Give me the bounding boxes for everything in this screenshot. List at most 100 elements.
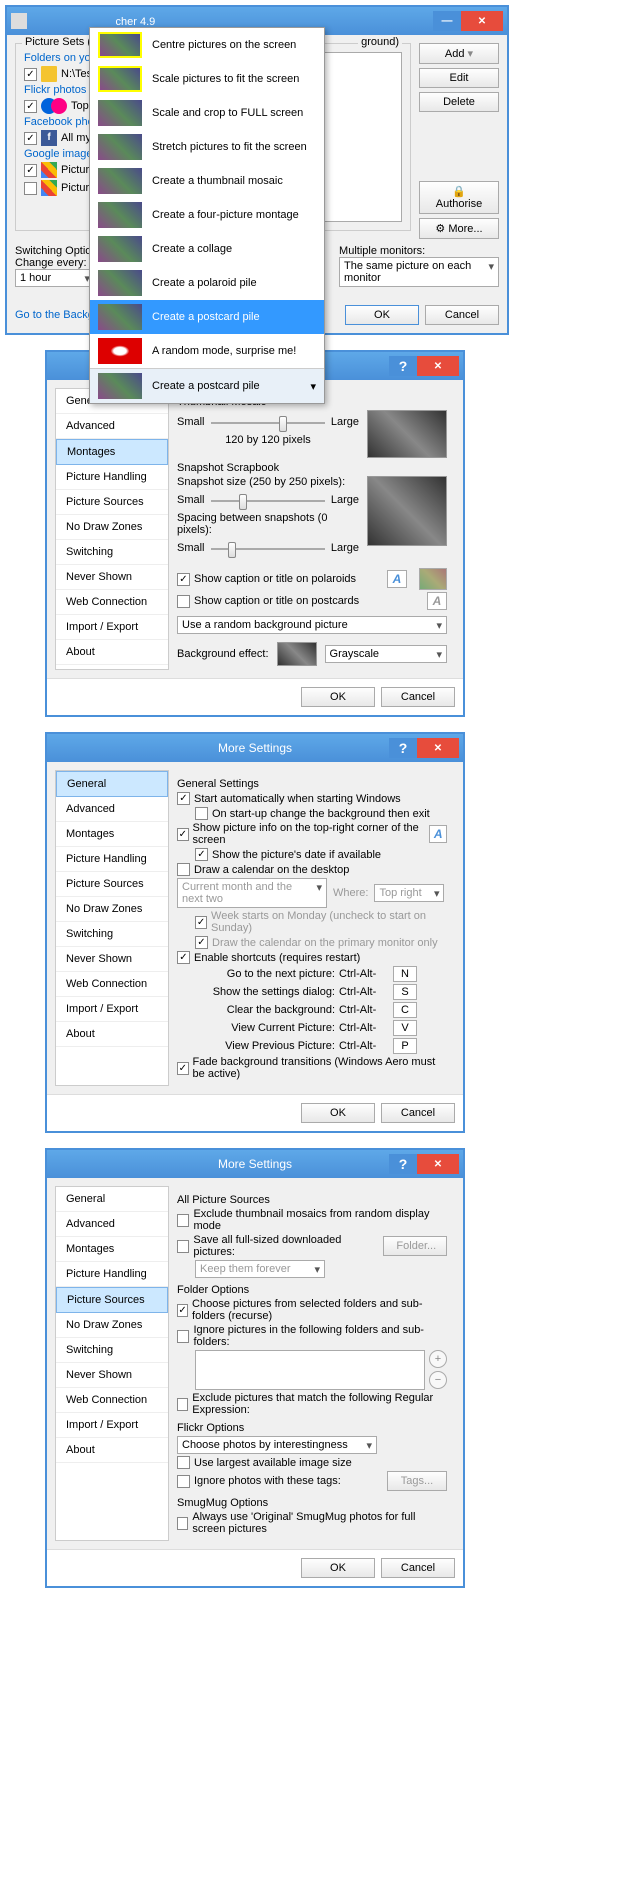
nav-no-draw[interactable]: No Draw Zones: [56, 1313, 168, 1338]
nav-no-draw[interactable]: No Draw Zones: [56, 515, 168, 540]
nav-import-export[interactable]: Import / Export: [56, 615, 168, 640]
collage-preview-icon[interactable]: [419, 568, 447, 590]
nav-import-export[interactable]: Import / Export: [56, 997, 168, 1022]
nav-general[interactable]: General: [56, 1187, 168, 1212]
show-date-checkbox[interactable]: [195, 848, 208, 861]
ok-button[interactable]: OK: [301, 1103, 375, 1123]
start-auto-checkbox[interactable]: [177, 792, 190, 805]
nav-picture-sources[interactable]: Picture Sources: [56, 1287, 168, 1313]
use-largest-checkbox[interactable]: [177, 1456, 190, 1469]
help-button[interactable]: ?: [389, 738, 417, 758]
thumbnail-size-slider[interactable]: [211, 412, 325, 432]
nav-general[interactable]: General: [56, 771, 168, 797]
help-button[interactable]: ?: [389, 1154, 417, 1174]
change-every-select[interactable]: 1 hour: [15, 269, 95, 287]
google-chk2[interactable]: [24, 182, 37, 195]
mode-polaroid[interactable]: Create a polaroid pile: [90, 266, 324, 300]
close-button[interactable]: [461, 11, 503, 31]
folders-checkbox[interactable]: [24, 68, 37, 81]
sc-prev-input[interactable]: [393, 1038, 417, 1054]
sc-view-input[interactable]: [393, 1020, 417, 1036]
ok-button[interactable]: OK: [301, 687, 375, 707]
fade-checkbox[interactable]: [177, 1062, 189, 1075]
mode-stretch[interactable]: Stretch pictures to fit the screen: [90, 130, 324, 164]
flickr-checkbox[interactable]: [24, 100, 37, 113]
nav-advanced[interactable]: Advanced: [56, 797, 168, 822]
nav-never-shown[interactable]: Never Shown: [56, 947, 168, 972]
startup-change-checkbox[interactable]: [195, 807, 208, 820]
nav-montages[interactable]: Montages: [56, 439, 168, 465]
nav-picture-sources[interactable]: Picture Sources: [56, 490, 168, 515]
delete-button[interactable]: Delete: [419, 92, 499, 112]
exclude-regex-checkbox[interactable]: [177, 1398, 188, 1411]
mode-postcard[interactable]: Create a postcard pile: [90, 300, 324, 334]
remove-folder-button[interactable]: −: [429, 1371, 447, 1389]
nav-web[interactable]: Web Connection: [56, 1388, 168, 1413]
bg-effect-select[interactable]: Grayscale: [325, 645, 447, 663]
multiple-monitors-select[interactable]: The same picture on each monitor: [339, 257, 499, 287]
recurse-checkbox[interactable]: [177, 1304, 188, 1317]
cancel-button[interactable]: Cancel: [381, 1558, 455, 1578]
nav-switching[interactable]: Switching: [56, 540, 168, 565]
fb-checkbox[interactable]: [24, 132, 37, 145]
mode-collage[interactable]: Create a collage: [90, 232, 324, 266]
nav-montages[interactable]: Montages: [56, 822, 168, 847]
cancel-button[interactable]: Cancel: [381, 687, 455, 707]
flickr-sort-select[interactable]: Choose photos by interestingness: [177, 1436, 377, 1454]
close-button[interactable]: [417, 356, 459, 376]
nav-import-export[interactable]: Import / Export: [56, 1413, 168, 1438]
nav-never-shown[interactable]: Never Shown: [56, 1363, 168, 1388]
nav-advanced[interactable]: Advanced: [56, 414, 168, 439]
nav-picture-handling[interactable]: Picture Handling: [56, 847, 168, 872]
edit-button[interactable]: Edit: [419, 68, 499, 88]
exclude-mosaics-checkbox[interactable]: [177, 1214, 189, 1227]
ignore-tags-checkbox[interactable]: [177, 1475, 190, 1488]
draw-calendar-checkbox[interactable]: [177, 863, 190, 876]
mode-crop[interactable]: Scale and crop to FULL screen: [90, 96, 324, 130]
font-icon[interactable]: A: [387, 570, 407, 588]
ignore-folders-textarea[interactable]: [195, 1350, 425, 1390]
mode-random[interactable]: A random mode, surprise me!: [90, 334, 324, 368]
add-folder-button[interactable]: +: [429, 1350, 447, 1368]
nav-never-shown[interactable]: Never Shown: [56, 565, 168, 590]
ignore-folders-checkbox[interactable]: [177, 1330, 189, 1343]
mode-fourpic[interactable]: Create a four-picture montage: [90, 198, 324, 232]
ok-button[interactable]: OK: [345, 305, 419, 325]
mode-mosaic[interactable]: Create a thumbnail mosaic: [90, 164, 324, 198]
nav-about[interactable]: About: [56, 640, 168, 665]
nav-no-draw[interactable]: No Draw Zones: [56, 897, 168, 922]
nav-about[interactable]: About: [56, 1022, 168, 1047]
nav-montages[interactable]: Montages: [56, 1237, 168, 1262]
more-button[interactable]: More...: [419, 218, 499, 239]
help-button[interactable]: ?: [389, 356, 417, 376]
nav-picture-handling[interactable]: Picture Handling: [56, 1262, 168, 1287]
minimize-button[interactable]: —: [433, 11, 461, 31]
nav-web[interactable]: Web Connection: [56, 590, 168, 615]
ok-button[interactable]: OK: [301, 1558, 375, 1578]
cancel-button[interactable]: Cancel: [381, 1103, 455, 1123]
close-button[interactable]: [417, 738, 459, 758]
mode-selected-display[interactable]: Create a postcard pile▾: [90, 369, 324, 403]
nav-about[interactable]: About: [56, 1438, 168, 1463]
nav-web[interactable]: Web Connection: [56, 972, 168, 997]
smugmug-original-checkbox[interactable]: [177, 1517, 188, 1530]
show-info-checkbox[interactable]: [177, 828, 189, 841]
nav-advanced[interactable]: Advanced: [56, 1212, 168, 1237]
enable-shortcuts-checkbox[interactable]: [177, 951, 190, 964]
add-button[interactable]: Add ▾: [419, 43, 499, 64]
font-icon[interactable]: A: [429, 825, 447, 843]
close-button[interactable]: [417, 1154, 459, 1174]
nav-picture-handling[interactable]: Picture Handling: [56, 465, 168, 490]
save-full-checkbox[interactable]: [177, 1240, 189, 1253]
mode-scale[interactable]: Scale pictures to fit the screen: [90, 62, 324, 96]
mode-centre[interactable]: Centre pictures on the screen: [90, 28, 324, 62]
cancel-button[interactable]: Cancel: [425, 305, 499, 325]
sc-clear-input[interactable]: [393, 1002, 417, 1018]
sc-next-input[interactable]: [393, 966, 417, 982]
spacing-slider[interactable]: [211, 538, 325, 558]
nav-switching[interactable]: Switching: [56, 922, 168, 947]
snapshot-size-slider[interactable]: [211, 490, 325, 510]
caption-polaroids-checkbox[interactable]: [177, 573, 190, 586]
caption-postcards-checkbox[interactable]: [177, 595, 190, 608]
random-bg-select[interactable]: Use a random background picture: [177, 616, 447, 634]
